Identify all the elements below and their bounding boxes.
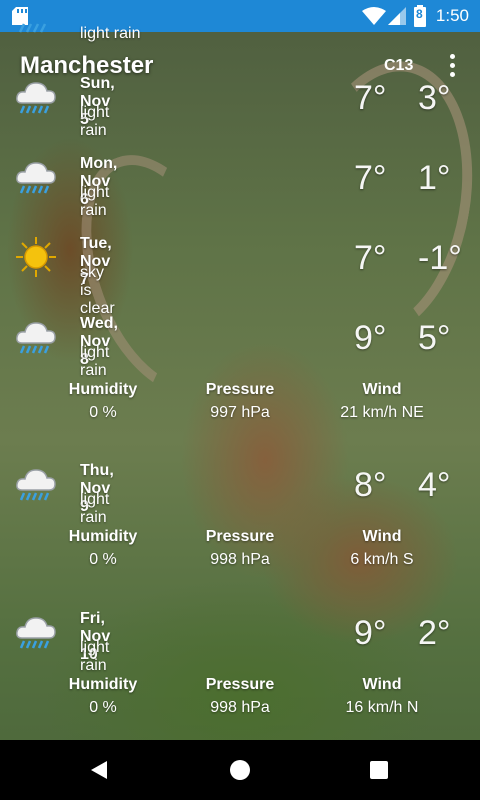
rain-cloud-icon xyxy=(14,315,58,359)
humidity-value: 0 % xyxy=(89,404,117,421)
day-description: sky is clear xyxy=(80,264,115,317)
recent-apps-icon[interactable] xyxy=(370,761,388,779)
pressure-value: 998 hPa xyxy=(210,551,270,568)
battery-level: 8 xyxy=(416,7,423,21)
back-icon[interactable] xyxy=(91,761,107,779)
rain-cloud-icon xyxy=(14,155,58,199)
humidity-label: Humidity xyxy=(68,676,138,693)
cellular-signal-icon xyxy=(388,7,406,25)
pressure-value: 998 hPa xyxy=(210,699,270,716)
wind-label: Wind xyxy=(362,528,402,545)
pressure-label: Pressure xyxy=(205,528,275,545)
low-temp: 3° xyxy=(418,79,451,117)
wind-value: 21 km/h NE xyxy=(340,404,424,421)
home-icon[interactable] xyxy=(230,760,250,780)
pressure-label: Pressure xyxy=(205,676,275,693)
sun-icon xyxy=(14,235,58,279)
rain-cloud-icon xyxy=(14,75,58,119)
pressure-value: 997 hPa xyxy=(210,404,270,421)
wifi-icon xyxy=(362,7,386,25)
day-description: light rain xyxy=(80,491,110,526)
low-temp: 2° xyxy=(418,614,451,652)
low-temp: 1° xyxy=(418,159,451,197)
day-description: light rain xyxy=(80,639,110,674)
wind-value: 16 km/h N xyxy=(345,699,419,716)
high-temp: 7° xyxy=(354,239,387,277)
wind-value: 6 km/h S xyxy=(350,551,414,568)
more-vert-icon[interactable] xyxy=(446,54,458,80)
status-bar: 8 1:50 xyxy=(0,0,480,32)
day-description: light rain xyxy=(80,184,110,219)
low-temp: 4° xyxy=(418,466,451,504)
wind-label: Wind xyxy=(362,381,402,398)
day-description: light rain xyxy=(80,104,110,139)
humidity-label: Humidity xyxy=(68,528,138,545)
day-description: light rain xyxy=(80,25,141,42)
low-temp: -1° xyxy=(418,239,462,277)
humidity-value: 0 % xyxy=(89,699,117,716)
high-temp: 9° xyxy=(354,614,387,652)
wind-label: Wind xyxy=(362,676,402,693)
unit-toggle[interactable]: C13 xyxy=(384,57,413,75)
high-temp: 7° xyxy=(354,79,387,117)
clock: 1:50 xyxy=(435,6,469,25)
humidity-value: 0 % xyxy=(89,551,117,568)
rain-cloud-icon xyxy=(14,462,58,506)
high-temp: 9° xyxy=(354,319,387,357)
pressure-label: Pressure xyxy=(205,381,275,398)
day-description: light rain xyxy=(80,344,110,379)
low-temp: 5° xyxy=(418,319,451,357)
rain-cloud-icon xyxy=(14,610,58,654)
humidity-label: Humidity xyxy=(68,381,138,398)
high-temp: 8° xyxy=(354,466,387,504)
rain-cloud-icon xyxy=(18,23,47,33)
high-temp: 7° xyxy=(354,159,387,197)
